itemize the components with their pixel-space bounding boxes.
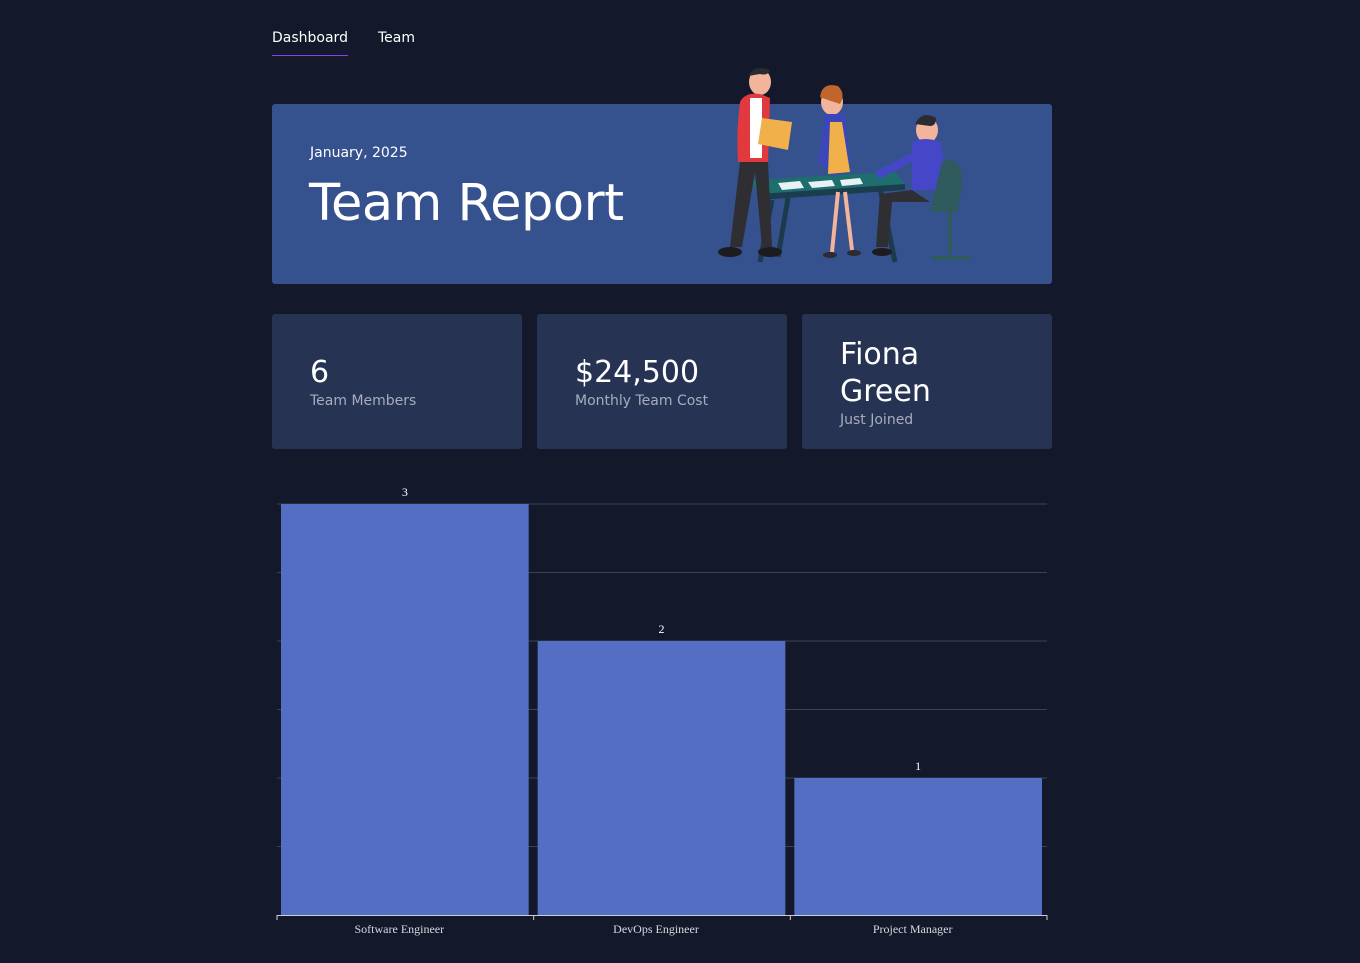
chart-bar bbox=[794, 778, 1042, 915]
chart-bar bbox=[281, 504, 529, 915]
stat-card-team-members: 6 Team Members bbox=[272, 314, 522, 449]
stat-label: Just Joined bbox=[840, 411, 914, 428]
stat-value: $24,500 bbox=[575, 355, 700, 390]
page-title: Team Report bbox=[309, 174, 624, 233]
chart-value-label: 2 bbox=[659, 622, 665, 636]
stat-value: Fiona Green bbox=[840, 336, 931, 409]
nav-tab-dashboard[interactable]: Dashboard bbox=[272, 30, 348, 56]
stat-label: Monthly Team Cost bbox=[575, 393, 709, 409]
stat-label: Team Members bbox=[310, 393, 417, 409]
chart-category-label: DevOps Engineer bbox=[613, 922, 699, 936]
report-date: January, 2025 bbox=[310, 145, 408, 161]
nav-tab-team[interactable]: Team bbox=[378, 30, 415, 56]
chart-value-label: 3 bbox=[402, 485, 408, 499]
chart-bar bbox=[537, 641, 786, 915]
chart-category-label: Software Engineer bbox=[355, 922, 445, 936]
chart-category-label: Project Manager bbox=[873, 922, 953, 936]
chart-value-label: 1 bbox=[915, 759, 921, 773]
top-nav: Dashboard Team bbox=[272, 30, 415, 56]
stat-card-just-joined: Fiona Green Just Joined bbox=[802, 314, 1052, 449]
stat-value: 6 bbox=[310, 355, 330, 390]
team-meeting-illustration bbox=[718, 68, 970, 263]
stat-card-monthly-cost: $24,500 Monthly Team Cost bbox=[537, 314, 787, 449]
